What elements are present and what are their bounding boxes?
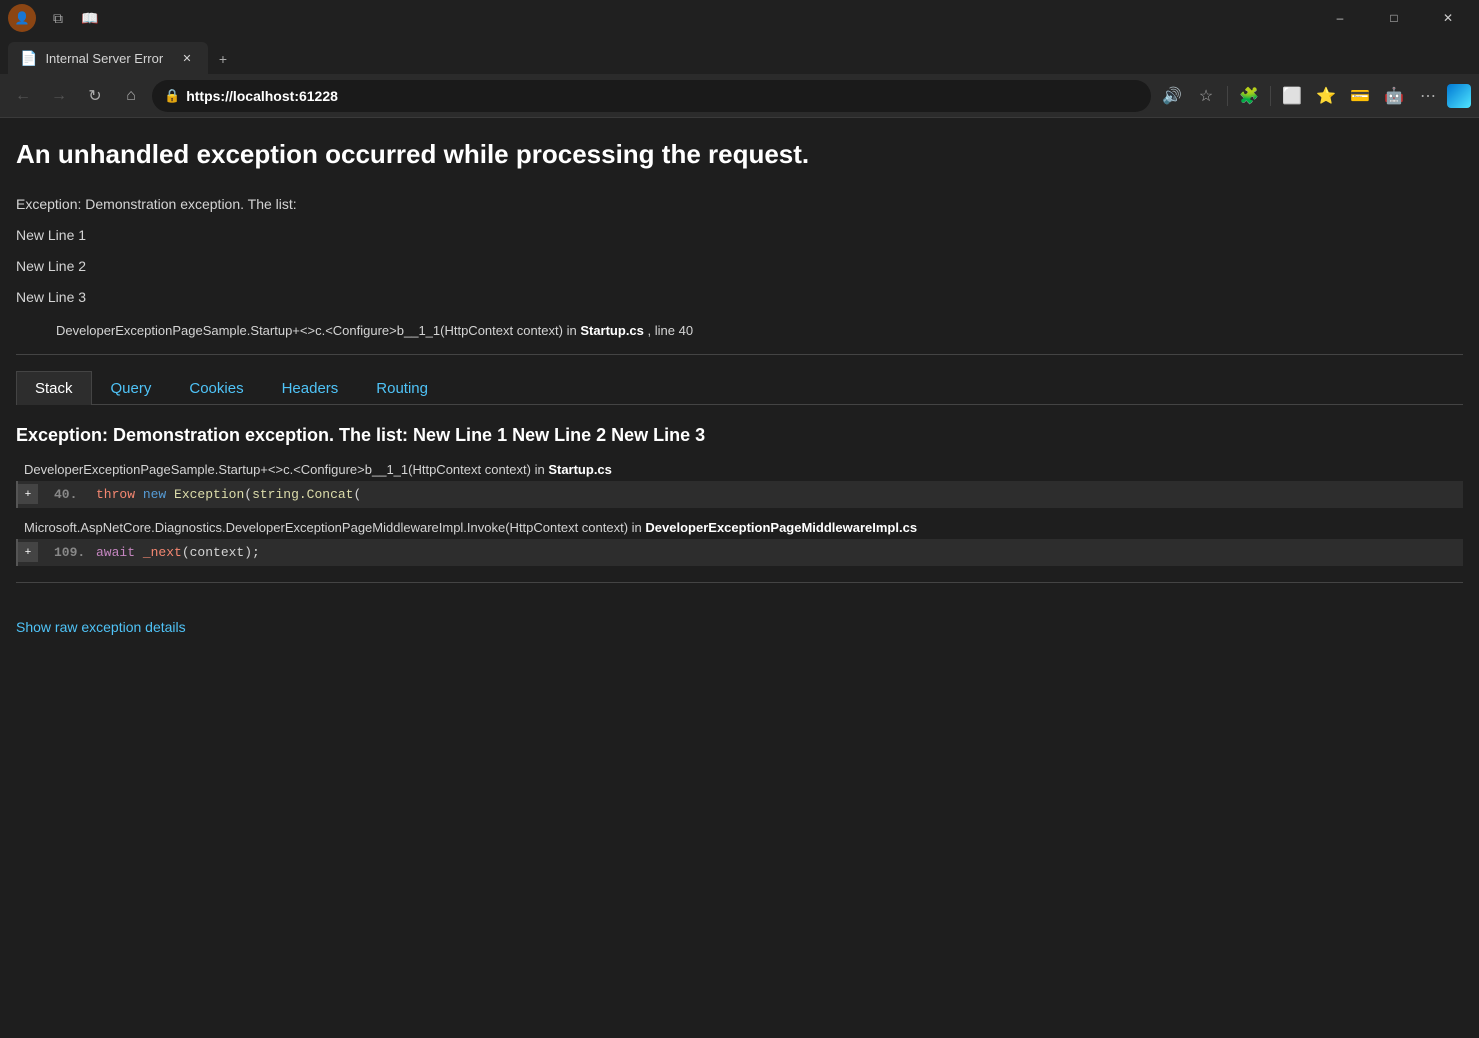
- stack-file: Startup.cs: [580, 323, 644, 338]
- code-line-1: + 40. throw new Exception(string.Concat(: [18, 481, 1463, 508]
- profile-icon[interactable]: 👤: [8, 4, 36, 32]
- close-button[interactable]: ✕: [1425, 3, 1471, 33]
- minimize-button[interactable]: –: [1317, 3, 1363, 33]
- frame-2-file: DeveloperExceptionPageMiddlewareImpl.cs: [645, 520, 917, 535]
- code-concat: string.Concat: [252, 487, 353, 502]
- divider: [1227, 86, 1228, 106]
- frame-1-location: DeveloperExceptionPageSample.Startup+<>c…: [16, 462, 1463, 477]
- page-content: An unhandled exception occurred while pr…: [0, 118, 1479, 1038]
- tab-query[interactable]: Query: [92, 371, 171, 405]
- address-bar[interactable]: 🔒 https://localhost:61228: [152, 80, 1151, 112]
- frame-2-location-text: Microsoft.AspNetCore.Diagnostics.Develop…: [24, 520, 642, 535]
- tab-close-button[interactable]: ✕: [178, 49, 196, 67]
- new-tab-button[interactable]: +: [208, 44, 238, 74]
- stack-location-text: DeveloperExceptionPageSample.Startup+<>c…: [56, 323, 577, 338]
- stack-trace-location: DeveloperExceptionPageSample.Startup+<>c…: [56, 323, 1463, 338]
- frame-2-location: Microsoft.AspNetCore.Diagnostics.Develop…: [16, 520, 1463, 535]
- stack-frame-1: DeveloperExceptionPageSample.Startup+<>c…: [16, 462, 1463, 508]
- tab-stack[interactable]: Stack: [16, 371, 92, 405]
- exception-header: Exception: Demonstration exception. The …: [16, 425, 1463, 446]
- frame-1-file: Startup.cs: [548, 462, 612, 477]
- favorite-icon[interactable]: ☆: [1191, 81, 1221, 111]
- line-code-2: await _next(context);: [96, 539, 260, 566]
- divider2: [1270, 86, 1271, 106]
- forward-button[interactable]: →: [44, 81, 74, 111]
- line-code-1: throw new Exception(string.Concat(: [96, 481, 361, 508]
- expand-button-1[interactable]: +: [18, 484, 38, 504]
- read-mode-icon[interactable]: 📖: [76, 4, 104, 32]
- menu-icon[interactable]: ⋯: [1413, 81, 1443, 111]
- exception-info: Exception: Demonstration exception. The …: [16, 192, 1463, 217]
- code-paren: (: [244, 487, 252, 502]
- show-raw-link[interactable]: Show raw exception details: [16, 619, 186, 635]
- tab-cookies[interactable]: Cookies: [170, 371, 262, 405]
- tab-headers[interactable]: Headers: [263, 371, 358, 405]
- frame-1-location-text: DeveloperExceptionPageSample.Startup+<>c…: [24, 462, 545, 477]
- separator-2: [16, 582, 1463, 583]
- code-exception: Exception: [174, 487, 244, 502]
- line-number-2: 109.: [46, 539, 96, 566]
- new-tab-icon[interactable]: ⧉: [44, 4, 72, 32]
- tab-routing[interactable]: Routing: [357, 371, 447, 405]
- stack-line: , line 40: [648, 323, 694, 338]
- main-error-heading: An unhandled exception occurred while pr…: [16, 138, 1463, 172]
- line-number-1: 40.: [46, 481, 96, 508]
- split-view-icon[interactable]: ⬜: [1277, 81, 1307, 111]
- edge-logo: [1447, 84, 1471, 108]
- exception-line-2: New Line 2: [16, 254, 1463, 279]
- wallet-icon[interactable]: 💳: [1345, 81, 1375, 111]
- code-keyword-throw: throw: [96, 487, 143, 502]
- stack-frame-2: Microsoft.AspNetCore.Diagnostics.Develop…: [16, 520, 1463, 566]
- code-new: new: [143, 487, 174, 502]
- code-block-2: + 109. await _next(context);: [16, 539, 1463, 566]
- maximize-button[interactable]: □: [1371, 3, 1417, 33]
- tab-navigation: Stack Query Cookies Headers Routing: [16, 371, 1463, 405]
- exception-line-3: New Line 3: [16, 285, 1463, 310]
- collections-icon[interactable]: ⭐: [1311, 81, 1341, 111]
- copilot-icon[interactable]: 🤖: [1379, 81, 1409, 111]
- code-next: _next: [143, 545, 182, 560]
- back-button[interactable]: ←: [8, 81, 38, 111]
- code-paren2: (: [353, 487, 361, 502]
- tab-title: Internal Server Error: [45, 51, 163, 66]
- refresh-button[interactable]: ↻: [80, 81, 110, 111]
- lock-icon: 🔒: [164, 88, 180, 104]
- code-paren3: (context);: [182, 545, 260, 560]
- browser-tab[interactable]: 📄 Internal Server Error ✕: [8, 42, 208, 74]
- url-display: https://localhost:61228: [186, 88, 1139, 104]
- exception-line-1: New Line 1: [16, 223, 1463, 248]
- code-await: await: [96, 545, 143, 560]
- home-button[interactable]: ⌂: [116, 81, 146, 111]
- extensions-icon[interactable]: 🧩: [1234, 81, 1264, 111]
- read-aloud-icon[interactable]: 🔊: [1157, 81, 1187, 111]
- separator-1: [16, 354, 1463, 355]
- code-line-2: + 109. await _next(context);: [18, 539, 1463, 566]
- expand-button-2[interactable]: +: [18, 542, 38, 562]
- exception-label: Exception:: [16, 196, 81, 212]
- tab-favicon: 📄: [20, 50, 37, 67]
- code-block-1: + 40. throw new Exception(string.Concat(: [16, 481, 1463, 508]
- exception-message: Demonstration exception. The list:: [85, 196, 296, 212]
